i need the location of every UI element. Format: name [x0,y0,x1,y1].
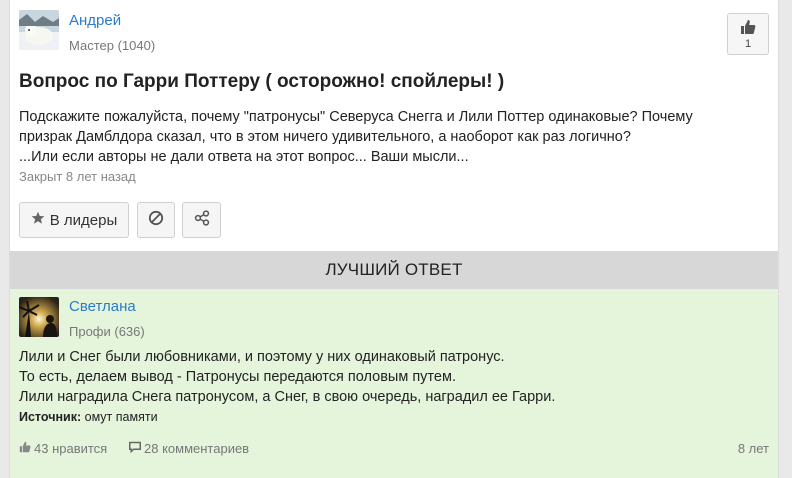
answer-like-count: 43 нравится [34,441,108,456]
question-text: Подскажите пожалуйста, почему "патронусы… [19,107,769,167]
question-text-line: призрак Дамблдора сказал, что в этом нич… [19,129,631,145]
block-icon [148,210,164,230]
answer-age: 8 лет [737,441,769,456]
question-card: Андрей Мастер (1040) 1 Вопрос по Гарри П… [9,0,779,478]
answer-like-button[interactable]: 43 нравится [19,441,107,456]
author-rank: Мастер (1040) [69,38,156,53]
thumbs-up-icon [19,441,31,456]
question-text-line: Подскажите пожалуйста, почему "патронусы… [19,109,693,125]
answer-text-line: Лили и Снег были любовниками, и поэтому … [19,349,505,365]
answer-source: Источник: омут памяти [19,410,158,424]
best-answer-header: ЛУЧШИЙ ОТВЕТ [10,251,778,289]
thumbs-up-icon [740,19,756,40]
question-like-button[interactable]: 1 [727,13,769,55]
share-icon [194,210,210,230]
author-name[interactable]: Андрей [69,12,121,29]
answer-footer: 43 нравится 28 комментариев 8 лет [19,441,769,459]
source-value: омут памяти [84,410,158,424]
star-icon [31,211,45,229]
answer-author-rank: Профи (636) [69,324,145,339]
share-button[interactable] [182,202,221,238]
source-label: Источник: [19,410,82,424]
question-author-block: Андрей Мастер (1040) 1 [19,8,769,58]
answer-author-avatar[interactable] [19,297,59,337]
add-to-leaders-label: В лидеры [49,211,118,229]
author-avatar[interactable] [19,10,59,50]
best-answer: Светлана Профи (636) Лили и Снег были лю… [10,289,778,478]
add-to-leaders-button[interactable]: В лидеры [19,202,129,238]
comment-icon [129,441,141,456]
answer-comments-count: 28 комментариев [144,441,250,456]
answer-text-line: То есть, делаем вывод - Патронусы переда… [19,369,456,385]
answer-author-name[interactable]: Светлана [69,298,136,315]
question-title: Вопрос по Гарри Поттеру ( осторожно! спо… [19,71,505,92]
question-text-line: ...Или если авторы не дали ответа на это… [19,149,469,165]
question-like-count: 1 [744,38,752,50]
answer-comments-link[interactable]: 28 комментариев [129,441,249,456]
block-button[interactable] [137,202,175,238]
question-status: Закрыт 8 лет назад [19,169,136,184]
answer-text-line: Лили наградила Снега патронусом, а Снег,… [19,389,556,405]
answer-text: Лили и Снег были любовниками, и поэтому … [19,347,555,407]
